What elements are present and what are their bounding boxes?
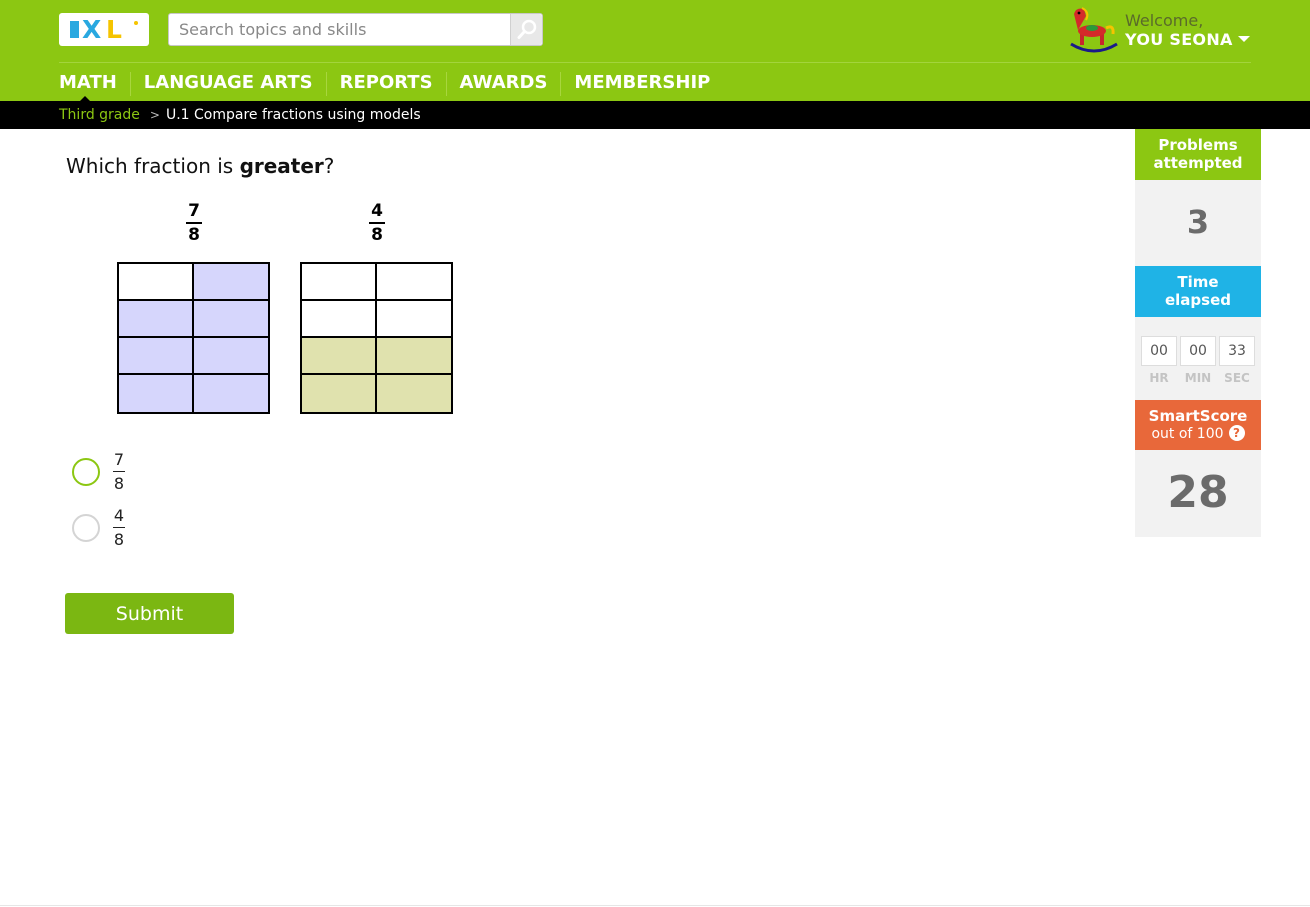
nav-math[interactable]: MATH <box>59 72 130 102</box>
time-elapsed-header: Time elapsed <box>1135 266 1261 317</box>
model-cell <box>376 338 451 375</box>
ixl-logo[interactable]: X L <box>59 13 149 46</box>
fraction-model-2 <box>300 262 453 414</box>
time-hours: 00 <box>1141 336 1177 366</box>
time-minutes: 00 <box>1180 336 1216 366</box>
fraction-model-1 <box>117 262 270 414</box>
submit-button[interactable]: Submit <box>65 593 234 634</box>
nav-membership[interactable]: MEMBERSHIP <box>560 72 723 96</box>
radio-button[interactable] <box>72 514 100 542</box>
model-cell <box>376 264 451 301</box>
time-seconds: 33 <box>1219 336 1255 366</box>
model-cell <box>193 375 268 412</box>
smartscore-body: 28 <box>1135 450 1261 537</box>
question-prompt: Which fraction is greater? <box>66 154 335 178</box>
model-cell <box>302 375 377 412</box>
footer-divider <box>0 905 1310 906</box>
breadcrumb-third-grade[interactable]: Third grade <box>59 107 140 123</box>
nav-language-arts[interactable]: LANGUAGE ARTS <box>129 72 326 96</box>
search-box <box>168 13 543 46</box>
model-cell <box>119 301 194 338</box>
model-cell <box>302 301 377 338</box>
rocking-horse-avatar-icon <box>1070 7 1118 53</box>
model-cell <box>376 301 451 338</box>
main-nav: MATH LANGUAGE ARTS REPORTS AWARDS MEMBER… <box>59 72 723 102</box>
model-cell <box>119 338 194 375</box>
time-elapsed-body: 00 00 33 HR MIN SEC <box>1135 317 1261 400</box>
nav-reports[interactable]: REPORTS <box>325 72 446 96</box>
model-cell <box>376 375 451 412</box>
header-divider <box>59 62 1251 63</box>
answer-option-1[interactable]: 78 <box>72 450 192 494</box>
site-header: X L Welcome, YOU SEONA MATH LA <box>0 0 1310 102</box>
breadcrumb-current-skill: U.1 Compare fractions using models <box>165 107 421 123</box>
model-1-fraction-label: 78 <box>184 201 204 245</box>
user-name[interactable]: YOU SEONA <box>1125 30 1250 49</box>
model-cell <box>193 301 268 338</box>
model-cell <box>302 264 377 301</box>
search-input[interactable] <box>169 14 511 45</box>
account-menu[interactable]: Welcome, YOU SEONA <box>1068 4 1258 56</box>
breadcrumb-separator: > <box>149 108 160 122</box>
model-cell <box>302 338 377 375</box>
problems-attempted-count: 3 <box>1186 203 1210 241</box>
time-unit-sec: SEC <box>1224 371 1250 385</box>
question-emphasis: greater <box>239 154 324 178</box>
problems-attempted-header: Problems attempted <box>1135 129 1261 180</box>
breadcrumb-bar: Third grade > U.1 Compare fractions using … <box>0 101 1310 129</box>
help-icon[interactable]: ? <box>1228 425 1245 441</box>
nav-awards[interactable]: AWARDS <box>445 72 561 96</box>
problems-attempted-body: 3 <box>1135 180 1261 266</box>
caret-down-icon <box>1237 35 1250 42</box>
radio-button[interactable] <box>72 458 100 486</box>
search-icon <box>517 19 537 39</box>
option-fraction: 78 <box>113 450 125 493</box>
time-unit-min: MIN <box>1184 371 1212 385</box>
model-cell <box>193 338 268 375</box>
time-unit-hr: HR <box>1149 371 1169 385</box>
model-cell <box>193 264 268 301</box>
smartscore-value: 28 <box>1167 467 1229 518</box>
breadcrumb: Third grade > U.1 Compare fractions using … <box>59 107 421 123</box>
smartscore-header: SmartScore out of 100? <box>1135 400 1261 450</box>
model-2-fraction-label: 48 <box>367 201 387 245</box>
model-cell <box>119 375 194 412</box>
search-button[interactable] <box>510 14 542 45</box>
answer-option-2[interactable]: 48 <box>72 506 192 550</box>
option-fraction: 48 <box>113 506 125 549</box>
welcome-text: Welcome, <box>1125 11 1204 30</box>
model-cell <box>119 264 194 301</box>
